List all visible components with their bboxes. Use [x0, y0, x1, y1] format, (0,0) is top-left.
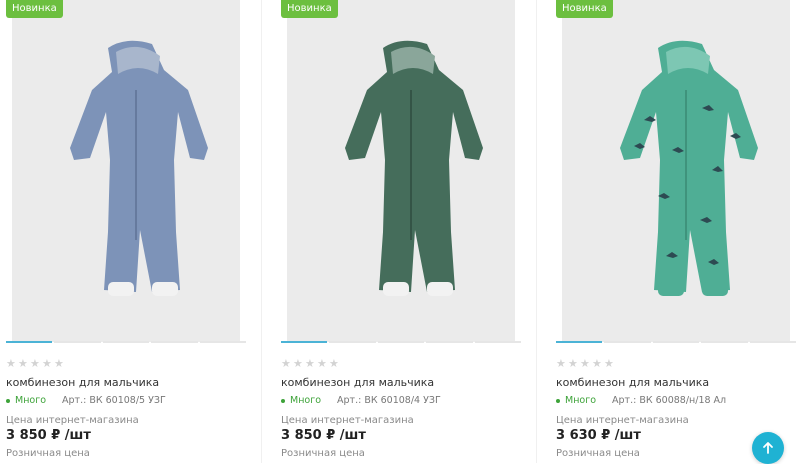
- new-badge: Новинка: [556, 0, 613, 18]
- snowsuit-image: [562, 0, 790, 342]
- article-number: Арт.: ВК 60108/4 УЗГ: [337, 395, 441, 406]
- rating-stars[interactable]: ★ ★ ★ ★ ★: [6, 357, 65, 370]
- product-image[interactable]: [287, 0, 515, 342]
- stock-status: Много: [565, 395, 597, 406]
- image-carousel-dots[interactable]: [6, 341, 247, 344]
- article-number: Арт.: ВК 60088/н/18 Ал: [612, 395, 727, 406]
- star-icon[interactable]: ★: [54, 357, 65, 370]
- star-icon[interactable]: ★: [42, 357, 53, 370]
- star-icon[interactable]: ★: [281, 357, 292, 370]
- star-icon[interactable]: ★: [30, 357, 41, 370]
- stock-status: Много: [15, 395, 47, 406]
- snowsuit-image: [12, 0, 240, 342]
- product-card[interactable]: Новинка ★ ★ ★ ★ ★ комбинезон для мальчика Мн…: [0, 0, 262, 463]
- star-icon[interactable]: ★: [329, 357, 340, 370]
- stock-dot-icon: [556, 398, 560, 403]
- star-icon[interactable]: ★: [604, 357, 615, 370]
- availability: Много Арт.: ВК 60108/5 УЗГ: [6, 395, 166, 406]
- star-icon[interactable]: ★: [293, 357, 304, 370]
- online-price-label: Цена интернет-магазина: [6, 415, 139, 426]
- availability: Много Арт.: ВК 60088/н/18 Ал: [556, 395, 726, 406]
- product-name[interactable]: комбинезон для мальчика: [6, 376, 159, 389]
- snowsuit-image: [287, 0, 515, 342]
- rating-stars[interactable]: ★ ★ ★ ★ ★: [281, 357, 340, 370]
- star-icon[interactable]: ★: [592, 357, 603, 370]
- online-price-label: Цена интернет-магазина: [556, 415, 689, 426]
- star-icon[interactable]: ★: [18, 357, 29, 370]
- stock-status: Много: [290, 395, 322, 406]
- star-icon[interactable]: ★: [568, 357, 579, 370]
- retail-price-label: Розничная цена: [6, 448, 90, 459]
- product-card[interactable]: Новинка ★ ★ ★ ★ ★ комбинезон для мальчика Мн…: [550, 0, 800, 463]
- product-image[interactable]: [12, 0, 240, 342]
- online-price: 3 630 ₽ /шт: [556, 428, 641, 443]
- image-carousel-dots[interactable]: [556, 341, 797, 344]
- star-icon[interactable]: ★: [556, 357, 567, 370]
- scroll-to-top-button[interactable]: [752, 432, 784, 464]
- stock-dot-icon: [281, 398, 285, 403]
- new-badge: Новинка: [6, 0, 63, 18]
- online-price: 3 850 ₽ /шт: [281, 428, 366, 443]
- stock-dot-icon: [6, 398, 10, 403]
- image-carousel-dots[interactable]: [281, 341, 522, 344]
- product-grid: Новинка ★ ★ ★ ★ ★ комбинезон для мальчика Мн…: [0, 0, 800, 463]
- star-icon[interactable]: ★: [317, 357, 328, 370]
- arrow-up-icon: [763, 442, 773, 454]
- product-image[interactable]: [562, 0, 790, 342]
- product-name[interactable]: комбинезон для мальчика: [556, 376, 709, 389]
- online-price: 3 850 ₽ /шт: [6, 428, 91, 443]
- article-number: Арт.: ВК 60108/5 УЗГ: [62, 395, 166, 406]
- retail-price-label: Розничная цена: [281, 448, 365, 459]
- availability: Много Арт.: ВК 60108/4 УЗГ: [281, 395, 441, 406]
- new-badge: Новинка: [281, 0, 338, 18]
- product-name[interactable]: комбинезон для мальчика: [281, 376, 434, 389]
- star-icon[interactable]: ★: [6, 357, 17, 370]
- product-card[interactable]: Новинка ★ ★ ★ ★ ★ комбинезон для мальчика Мн…: [275, 0, 537, 463]
- star-icon[interactable]: ★: [305, 357, 316, 370]
- rating-stars[interactable]: ★ ★ ★ ★ ★: [556, 357, 615, 370]
- star-icon[interactable]: ★: [580, 357, 591, 370]
- retail-price-label: Розничная цена: [556, 448, 640, 459]
- online-price-label: Цена интернет-магазина: [281, 415, 414, 426]
